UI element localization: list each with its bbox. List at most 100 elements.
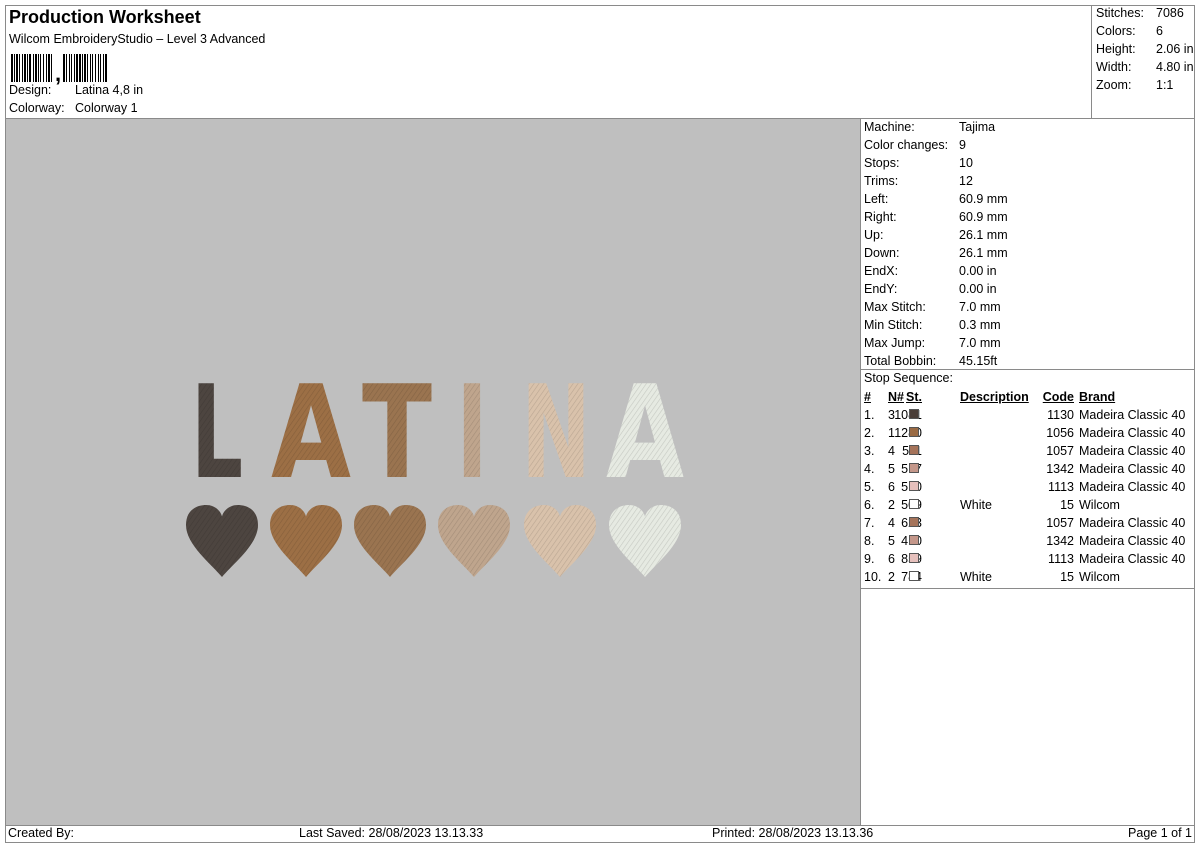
letter-stitch-texture: L — [191, 359, 243, 508]
machine-value: Tajima — [959, 120, 996, 134]
machine-label: Left: — [864, 192, 889, 206]
page-title: Production Worksheet — [9, 7, 201, 27]
barcode-comma: , — [55, 61, 62, 86]
header-brand: Brand — [1079, 390, 1116, 404]
color-swatch — [909, 571, 919, 581]
header-description: Description — [960, 390, 1029, 404]
machine-label: Right: — [864, 210, 897, 224]
row-brand: Madeira Classic 40 — [1079, 444, 1186, 458]
row-index: 4. — [864, 462, 875, 476]
machine-row: EndX: 0.00 in — [864, 262, 1184, 280]
stat-width: Width: 4.80 in — [1096, 60, 1196, 74]
stat-value: 4.80 in — [1156, 60, 1194, 74]
row-brand: Madeira Classic 40 — [1079, 462, 1186, 476]
machine-value: 10 — [959, 156, 973, 170]
machine-row: Right: 60.9 mm — [864, 208, 1184, 226]
header-stitches: St. — [906, 390, 922, 404]
machine-row: Down: 26.1 mm — [864, 244, 1184, 262]
machine-value: 7.0 mm — [959, 336, 1001, 350]
barcode: , — [11, 52, 108, 86]
machine-label: Min Stitch: — [864, 318, 923, 332]
row-index: 3. — [864, 444, 875, 458]
letter-stitch-texture: A — [271, 359, 351, 508]
stat-value: 2.06 in — [1156, 42, 1194, 56]
row-needle: 4 — [888, 444, 895, 458]
machine-value: 60.9 mm — [959, 192, 1008, 206]
table-header: # N# St. Description Code Brand — [862, 388, 1194, 406]
letter-stitch-texture: A — [606, 359, 684, 508]
color-swatch — [909, 499, 919, 509]
row-index: 1. — [864, 408, 875, 422]
row-needle: 6 — [888, 480, 895, 494]
table-row: 9.68591113Madeira Classic 40 — [862, 550, 1194, 568]
table-row: 4.55171342Madeira Classic 40 — [862, 460, 1194, 478]
row-needle: 2 — [888, 498, 895, 512]
color-swatch — [909, 481, 919, 491]
machine-value: 0.3 mm — [959, 318, 1001, 332]
row-needle: 5 — [888, 462, 895, 476]
row-description: White — [960, 498, 992, 512]
header-code: Code — [1042, 390, 1074, 404]
machine-row: Stops: 10 — [864, 154, 1184, 172]
heart-stitch-texture — [186, 505, 258, 577]
table-row: 1.310811130Madeira Classic 40 — [862, 406, 1194, 424]
row-brand: Madeira Classic 40 — [1079, 552, 1186, 566]
stat-label: Colors: — [1096, 24, 1136, 38]
letter-stitch-texture: N — [521, 359, 591, 508]
row-needle: 4 — [888, 516, 895, 530]
row-code: 1113 — [1048, 480, 1074, 494]
stat-label: Zoom: — [1096, 78, 1132, 92]
machine-value: 26.1 mm — [959, 228, 1008, 242]
row-brand: Madeira Classic 40 — [1079, 408, 1186, 422]
heart-stitch-texture — [524, 505, 596, 577]
stat-label: Height: — [1096, 42, 1136, 56]
table-row: 8.54101342Madeira Classic 40 — [862, 532, 1194, 550]
heart-stitch-texture — [438, 505, 510, 577]
machine-row: Left: 60.9 mm — [864, 190, 1184, 208]
table-body: 1.310811130Madeira Classic 402.112801056… — [862, 406, 1194, 586]
stop-sequence-divider — [861, 369, 1195, 370]
row-code: 1057 — [1046, 516, 1074, 530]
row-index: 9. — [864, 552, 875, 566]
software-name: Wilcom EmbroideryStudio – Level 3 Advanc… — [9, 32, 266, 46]
table-row: 2.112801056Madeira Classic 40 — [862, 424, 1194, 442]
machine-value: 0.00 in — [959, 264, 997, 278]
footer: Created By: Last Saved: 28/08/2023 13.13… — [6, 826, 1194, 842]
stat-stitches: Stitches: 7086 — [1096, 6, 1196, 20]
machine-label: Trims: — [864, 174, 899, 188]
stop-sequence-title: Stop Sequence: — [864, 371, 953, 385]
row-index: 5. — [864, 480, 875, 494]
stop-sequence-table: # N# St. Description Code Brand 1.310811… — [862, 388, 1194, 586]
row-brand: Madeira Classic 40 — [1079, 534, 1186, 548]
design-preview: LLAATTIINNAA — [6, 119, 860, 825]
barcode-bar — [107, 54, 108, 82]
row-needle: 5 — [888, 534, 895, 548]
embroidery-artwork: LL AA TT II NN AA — [186, 359, 684, 577]
machine-value: 45.15ft — [959, 354, 998, 368]
row-code: 15 — [1060, 570, 1074, 584]
design-stats: Stitches: 7086 Colors: 6 Height: 2.06 in Wi… — [1091, 5, 1195, 118]
machine-label: EndX: — [864, 264, 899, 278]
machine-row: Max Jump: 7.0 mm — [864, 334, 1184, 352]
stat-colors: Colors: 6 — [1096, 24, 1196, 38]
machine-label: EndY: — [864, 282, 898, 296]
heart-stitch-texture — [270, 505, 342, 577]
stat-height: Height: 2.06 in — [1096, 42, 1196, 56]
header-idx: # — [864, 390, 871, 404]
machine-row: Machine: Tajima — [864, 118, 1184, 136]
machine-row: Max Stitch: 7.0 mm — [864, 298, 1184, 316]
stat-zoom: Zoom: 1:1 — [1096, 78, 1196, 92]
row-code: 1130 — [1047, 408, 1074, 422]
machine-value: 12 — [959, 174, 973, 188]
stat-value: 7086 — [1156, 6, 1184, 20]
color-swatch — [909, 535, 919, 545]
color-swatch — [909, 409, 919, 419]
machine-label: Max Stitch: — [864, 300, 926, 314]
table-end-divider — [861, 588, 1195, 589]
panel-divider — [860, 118, 861, 826]
machine-label: Stops: — [864, 156, 900, 170]
machine-value: 7.0 mm — [959, 300, 1001, 314]
colorway-value: Colorway 1 — [75, 101, 138, 115]
row-brand: Madeira Classic 40 — [1079, 516, 1186, 530]
table-row: 3.45111057Madeira Classic 40 — [862, 442, 1194, 460]
